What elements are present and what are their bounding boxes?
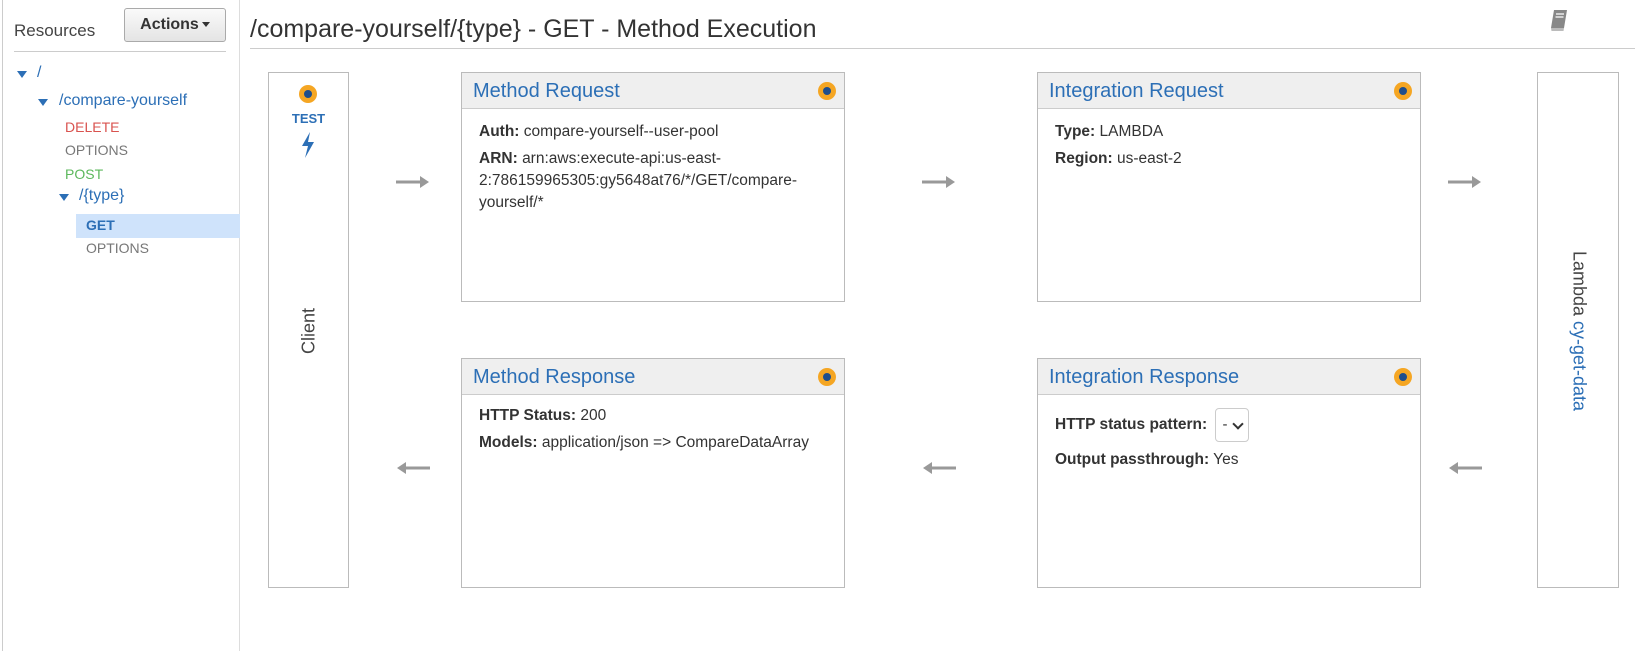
- tree-item-compare-yourself[interactable]: /compare-yourself: [59, 92, 187, 110]
- passthrough-value: Yes: [1213, 451, 1239, 468]
- auth-key: Auth:: [479, 123, 520, 140]
- method-request-link[interactable]: Method Request: [473, 80, 620, 103]
- integration-request-header: Integration Request: [1038, 73, 1420, 109]
- arrow-right-icon: [922, 176, 955, 188]
- lambda-label: Lambda cy-get-data: [1569, 251, 1590, 411]
- type-key: Type:: [1055, 123, 1096, 140]
- arrow-left-icon: [397, 462, 430, 474]
- method-response-header: Method Response: [462, 359, 844, 395]
- page-title: /compare-yourself/{type} - GET - Method …: [250, 15, 817, 43]
- integration-request-panel: Integration Request Type: LAMBDA Region:…: [1037, 72, 1421, 302]
- test-link[interactable]: TEST: [269, 111, 348, 126]
- http-status-key: HTTP Status:: [479, 407, 577, 424]
- arn-value-line2: 2:786159965305:gy5648at76/*/GET/compare-: [479, 172, 797, 189]
- arn-row: ARN: arn:aws:execute-api:us-east- 2:7861…: [479, 148, 797, 214]
- method-response-link[interactable]: Method Response: [473, 366, 635, 389]
- status-dot-icon: [818, 368, 836, 386]
- arrow-left-icon: [1449, 462, 1482, 474]
- client-panel: TEST Client: [268, 72, 349, 588]
- status-pattern-select[interactable]: -: [1215, 407, 1250, 442]
- book-icon[interactable]: [1548, 8, 1570, 32]
- models-value: application/json => CompareDataArray: [541, 434, 809, 451]
- tree-method-get[interactable]: GET: [86, 217, 115, 233]
- tree-method-options-type[interactable]: OPTIONS: [86, 240, 149, 256]
- auth-row: Auth: compare-yourself--user-pool: [479, 121, 718, 143]
- expand-compare-yourself-icon[interactable]: [38, 99, 48, 106]
- method-request-panel: Method Request Auth: compare-yourself--u…: [461, 72, 845, 302]
- lambda-panel: Lambda cy-get-data: [1537, 72, 1619, 588]
- region-key: Region:: [1055, 150, 1113, 167]
- region-value: us-east-2: [1117, 150, 1182, 167]
- status-dot-icon: [1394, 368, 1412, 386]
- title-divider: [250, 48, 1635, 49]
- integration-response-link[interactable]: Integration Response: [1049, 366, 1239, 389]
- caret-down-icon: [201, 22, 210, 28]
- status-dot-icon: [818, 82, 836, 100]
- passthrough-key: Output passthrough:: [1055, 451, 1210, 468]
- arn-value-line1: arn:aws:execute-api:us-east-: [522, 150, 722, 167]
- lambda-prefix: Lambda: [1569, 250, 1590, 316]
- arrow-right-icon: [396, 176, 429, 188]
- http-status-value: 200: [580, 407, 607, 424]
- tree-method-options[interactable]: OPTIONS: [65, 142, 128, 158]
- arrow-left-icon: [923, 462, 956, 474]
- resources-sidebar: Resources Actions / /compare-yourself DE…: [0, 0, 240, 651]
- type-row: Type: LAMBDA: [1055, 121, 1163, 143]
- tree-item-type[interactable]: /{type}: [79, 187, 124, 205]
- region-row: Region: us-east-2: [1055, 148, 1182, 170]
- type-value: LAMBDA: [1099, 123, 1164, 140]
- arrow-right-icon: [1448, 176, 1481, 188]
- chevron-down-icon: [1232, 418, 1245, 430]
- status-pattern-key: HTTP status pattern:: [1055, 416, 1208, 433]
- lightning-bolt-icon[interactable]: [299, 131, 317, 159]
- integration-request-link[interactable]: Integration Request: [1049, 80, 1224, 103]
- auth-value: compare-yourself--user-pool: [523, 123, 719, 140]
- expand-type-icon[interactable]: [59, 194, 69, 201]
- http-status-row: HTTP Status: 200: [479, 405, 606, 427]
- status-dot-icon: [1394, 82, 1412, 100]
- status-pattern-row: HTTP status pattern: -: [1055, 407, 1250, 443]
- arn-key: ARN:: [479, 150, 518, 167]
- passthrough-row: Output passthrough: Yes: [1055, 449, 1238, 471]
- status-dot-icon: [299, 85, 317, 103]
- sidebar-edge: [2, 0, 3, 651]
- models-row: Models: application/json => CompareDataA…: [479, 432, 809, 454]
- expand-root-icon[interactable]: [17, 71, 27, 78]
- tree-item-root[interactable]: /: [37, 64, 41, 82]
- integration-response-header: Integration Response: [1038, 359, 1420, 395]
- resources-title: Resources: [14, 21, 96, 40]
- tree-method-post[interactable]: POST: [65, 166, 103, 182]
- method-request-header: Method Request: [462, 73, 844, 109]
- actions-label: Actions: [140, 16, 199, 33]
- status-pattern-value: -: [1222, 415, 1228, 433]
- lambda-function-link[interactable]: cy-get-data: [1570, 321, 1590, 411]
- tree-method-delete[interactable]: DELETE: [65, 119, 119, 135]
- arn-value-line3: yourself/*: [479, 194, 544, 211]
- actions-button[interactable]: Actions: [124, 8, 226, 42]
- client-label: Client: [298, 307, 319, 355]
- models-key: Models:: [479, 434, 538, 451]
- sidebar-header: Resources Actions: [14, 0, 226, 52]
- integration-response-panel: Integration Response HTTP status pattern…: [1037, 358, 1421, 588]
- method-response-panel: Method Response HTTP Status: 200 Models:…: [461, 358, 845, 588]
